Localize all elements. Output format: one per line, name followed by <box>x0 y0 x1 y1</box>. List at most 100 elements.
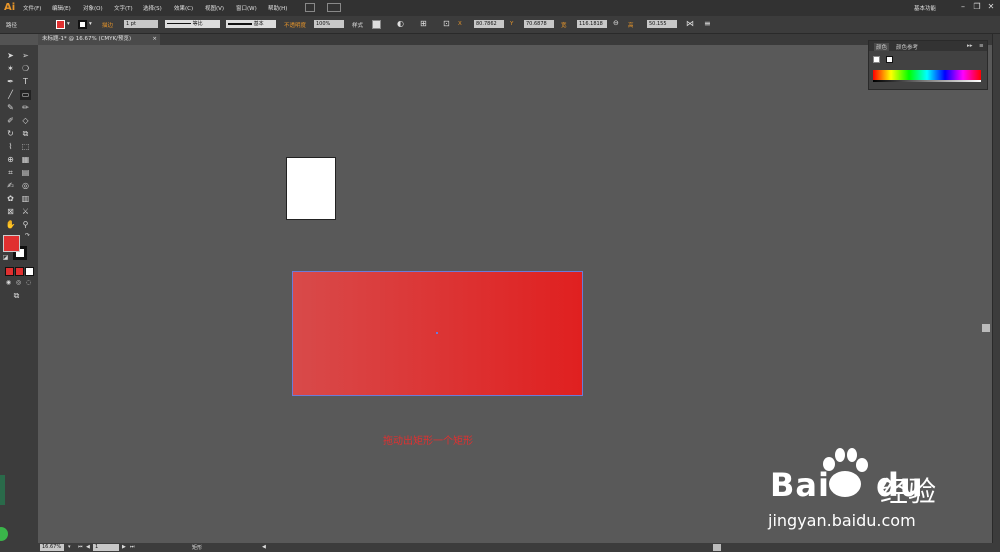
brush-definition[interactable]: 基本 <box>226 20 276 28</box>
mesh-tool-icon[interactable]: ⌗ <box>5 168 16 178</box>
line-tool-icon[interactable]: ╱ <box>5 90 16 100</box>
scroll-left-icon[interactable]: ◀ <box>262 544 266 550</box>
swap-colors-icon[interactable]: ↷ <box>22 231 33 241</box>
vertical-scrollbar-thumb[interactable] <box>982 324 990 332</box>
arrange-documents-icon[interactable] <box>327 3 341 12</box>
zoom-tool-icon[interactable]: ⚲ <box>20 220 31 230</box>
opacity-label[interactable]: 不透明度 <box>284 21 306 29</box>
panel-menu-icon[interactable]: ≡ <box>979 43 984 49</box>
minimize-icon[interactable]: – <box>958 2 968 12</box>
w-field[interactable]: 116.1818 <box>577 20 607 28</box>
selection-tool-icon[interactable]: ➤ <box>5 51 16 61</box>
chevron-down-icon[interactable]: ▾ <box>89 21 92 27</box>
warp-tool-icon[interactable]: ⌇ <box>5 142 16 152</box>
none-swatch[interactable] <box>873 56 880 63</box>
watermark-jingyan: 经验 <box>880 475 937 508</box>
magic-wand-tool-icon[interactable]: ✶ <box>5 64 16 74</box>
fill-swatch[interactable] <box>56 20 65 29</box>
reference-point-icon[interactable]: ⊡ <box>443 19 450 28</box>
last-artboard-icon[interactable]: ⏭ <box>130 544 135 550</box>
stroke-label[interactable]: 描边 <box>102 21 113 29</box>
first-artboard-icon[interactable]: ⏮ <box>78 544 83 550</box>
horizontal-scrollbar-thumb[interactable] <box>713 544 721 551</box>
menu-object[interactable]: 对象(O) <box>83 4 103 12</box>
lasso-tool-icon[interactable]: ❍ <box>20 64 31 74</box>
menu-select[interactable]: 选择(S) <box>143 4 162 12</box>
perspective-grid-tool-icon[interactable]: ▦ <box>20 155 31 165</box>
annotation-text: 拖动出矩形一个矩形 <box>383 436 473 447</box>
chevron-down-icon[interactable]: ▾ <box>68 544 71 550</box>
free-transform-tool-icon[interactable]: ⬚ <box>20 142 31 152</box>
rectangle-tool-icon[interactable]: ▭ <box>20 90 31 100</box>
chevron-down-icon[interactable]: ▾ <box>67 21 70 27</box>
pencil-tool-icon[interactable]: ✏ <box>20 103 31 113</box>
blend-tool-icon[interactable]: ◎ <box>20 181 31 191</box>
menu-edit[interactable]: 编辑(E) <box>52 4 71 12</box>
artboard-tool-icon[interactable]: ⊠ <box>5 207 16 217</box>
direct-selection-tool-icon[interactable]: ➢ <box>20 51 31 61</box>
watermark-brand-bai: Bai <box>770 466 830 504</box>
artboard-number-field[interactable]: 1 <box>93 544 119 551</box>
zoom-field[interactable]: 16.67% <box>40 544 64 551</box>
workspace-switcher[interactable]: 基本功能 <box>914 4 936 12</box>
menu-view[interactable]: 视图(V) <box>205 4 224 12</box>
artboard[interactable] <box>286 157 336 220</box>
paintbrush-tool-icon[interactable]: ✎ <box>5 103 16 113</box>
color-spectrum[interactable] <box>873 70 981 80</box>
taskbar-app-icon[interactable] <box>0 475 5 505</box>
eyedropper-tool-icon[interactable]: ✍ <box>5 181 16 191</box>
menu-help[interactable]: 帮助(H) <box>268 4 287 12</box>
recolor-icon[interactable]: ◐ <box>397 19 404 28</box>
taskbar-badge-icon[interactable] <box>0 527 8 541</box>
rotate-tool-icon[interactable]: ↻ <box>5 129 16 139</box>
restore-icon[interactable]: ❐ <box>972 2 982 12</box>
eraser-tool-icon[interactable]: ◇ <box>20 116 31 126</box>
collapse-icon[interactable]: ▸▸ <box>967 43 973 49</box>
variable-width-profile[interactable]: 等比 <box>165 20 220 28</box>
default-colors-icon[interactable]: ◪ <box>0 253 11 263</box>
hand-tool-icon[interactable]: ✋ <box>5 220 16 230</box>
document-tab[interactable]: 未标题-1* @ 16.67% (CMYK/预览) × <box>38 34 160 45</box>
close-window-icon[interactable]: ✕ <box>986 2 996 12</box>
opacity-field[interactable]: 100% <box>314 20 344 28</box>
close-icon[interactable]: × <box>152 34 157 45</box>
stroke-weight-field[interactable]: 1 pt <box>124 20 158 28</box>
menu-effect[interactable]: 效果(C) <box>174 4 193 12</box>
app-logo: Ai <box>4 2 16 13</box>
next-artboard-icon[interactable]: ▶ <box>122 544 126 550</box>
pen-tool-icon[interactable]: ✒ <box>5 77 16 87</box>
selected-rectangle[interactable] <box>292 271 583 396</box>
menu-window[interactable]: 窗口(W) <box>236 4 257 12</box>
column-graph-tool-icon[interactable]: ▥ <box>20 194 31 204</box>
tab-color[interactable]: 颜色 <box>874 43 890 51</box>
grayscale-ramp[interactable] <box>873 80 981 82</box>
shape-builder-tool-icon[interactable]: ⊕ <box>5 155 16 165</box>
none-mode-icon[interactable] <box>25 267 34 276</box>
x-field[interactable]: 80.7862 <box>474 20 504 28</box>
screen-mode-icon[interactable]: ⧉ <box>11 291 22 301</box>
graphic-style-swatch[interactable] <box>372 20 381 29</box>
y-field[interactable]: 70.6878 <box>524 20 554 28</box>
draw-inside-icon[interactable]: ◌ <box>23 278 34 288</box>
color-mode-icon[interactable] <box>5 267 14 276</box>
scale-tool-icon[interactable]: ⧉ <box>20 129 31 139</box>
gradient-tool-icon[interactable]: ▤ <box>20 168 31 178</box>
blob-brush-tool-icon[interactable]: ✐ <box>5 116 16 126</box>
previous-artboard-icon[interactable]: ◀ <box>86 544 90 550</box>
menu-file[interactable]: 文件(F) <box>23 4 41 12</box>
stroke-swatch[interactable] <box>78 20 87 29</box>
symbol-sprayer-tool-icon[interactable]: ✿ <box>5 194 16 204</box>
gradient-mode-icon[interactable] <box>15 267 24 276</box>
menu-type[interactable]: 文字(T) <box>114 4 133 12</box>
transform-icon[interactable]: ⋈ <box>686 19 694 28</box>
h-field[interactable]: 50.155 <box>647 20 677 28</box>
type-tool-icon[interactable]: T <box>20 77 31 87</box>
panel-menu-icon[interactable]: ≡ <box>704 19 711 28</box>
white-swatch[interactable] <box>886 56 893 63</box>
bridge-icon[interactable] <box>305 3 315 12</box>
align-icon[interactable]: ⊞ <box>420 19 427 28</box>
link-icon[interactable]: ⊖ <box>613 19 619 27</box>
slice-tool-icon[interactable]: ⚔ <box>20 207 31 217</box>
tab-color-guide[interactable]: 颜色参考 <box>896 43 918 51</box>
fill-color-box[interactable] <box>3 235 20 252</box>
